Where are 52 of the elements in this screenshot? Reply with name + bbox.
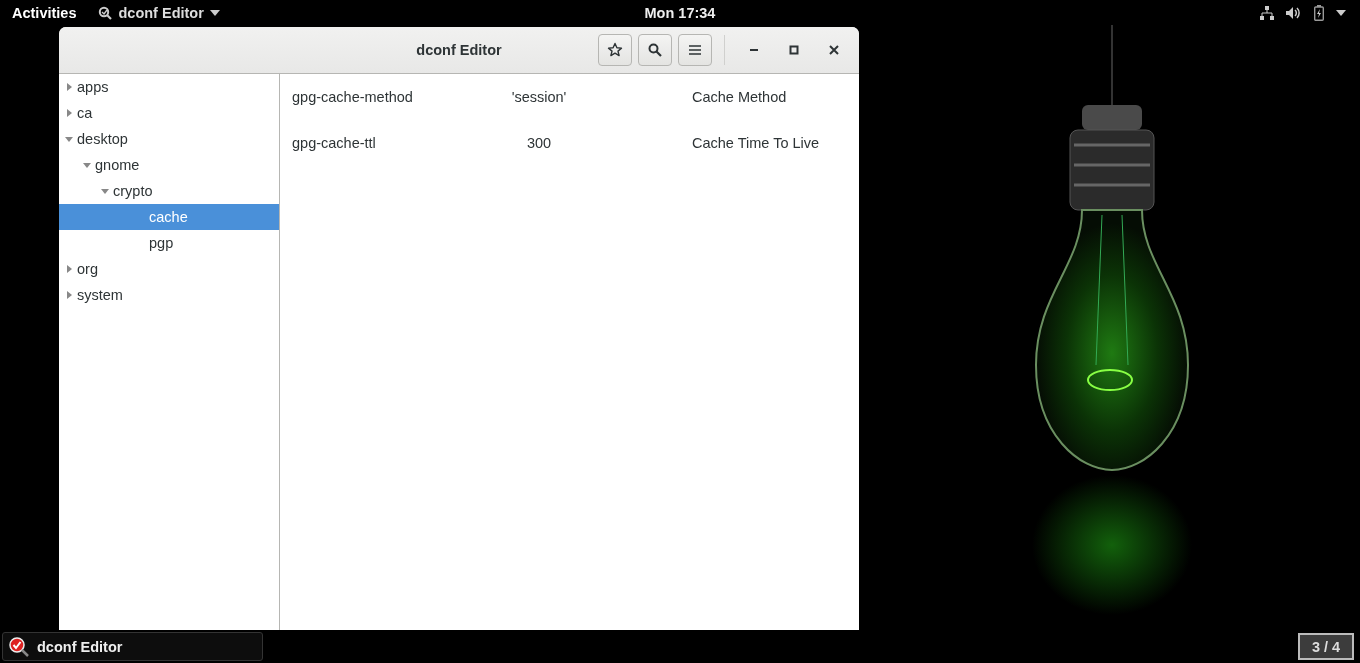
- minimize-icon: [749, 49, 759, 51]
- network-icon[interactable]: [1260, 5, 1274, 20]
- search-button[interactable]: [638, 34, 672, 66]
- tree-label: apps: [77, 79, 109, 95]
- tree-label: pgp: [149, 235, 174, 251]
- key-name[interactable]: gpg-cache-method: [292, 89, 413, 105]
- tree-row[interactable]: crypto: [59, 178, 279, 204]
- tree-row[interactable]: gnome: [59, 152, 279, 178]
- battery-icon[interactable]: [1314, 4, 1324, 21]
- maximize-icon: [789, 45, 799, 55]
- collapsed-arrow-icon[interactable]: [65, 109, 73, 117]
- tree-label: desktop: [77, 131, 128, 147]
- clock[interactable]: Mon 17:34: [644, 4, 716, 21]
- collapsed-arrow-icon[interactable]: [65, 83, 73, 91]
- bookmark-button[interactable]: [598, 34, 632, 66]
- tree-label: gnome: [95, 157, 140, 173]
- tree-label: crypto: [113, 183, 153, 199]
- tree-row[interactable]: ca: [59, 100, 279, 126]
- collapsed-arrow-icon[interactable]: [65, 291, 73, 299]
- tree-label: system: [77, 287, 123, 303]
- caret-icon[interactable]: [209, 9, 220, 16]
- expanded-arrow-icon[interactable]: [101, 187, 109, 195]
- menu-button[interactable]: [678, 34, 712, 66]
- tree-label: org: [77, 261, 98, 277]
- tree-row[interactable]: apps: [59, 74, 279, 100]
- star-icon: [607, 42, 623, 58]
- tree-row[interactable]: desktop: [59, 126, 279, 152]
- expanded-arrow-icon[interactable]: [83, 161, 91, 169]
- magnifier-icon: [98, 5, 113, 20]
- window-title: dconf Editor: [416, 42, 502, 58]
- key-value[interactable]: 300: [526, 135, 552, 151]
- activities-button[interactable]: Activities: [0, 4, 89, 21]
- app-icon: [9, 636, 29, 657]
- close-icon: [829, 45, 839, 55]
- taskbar-window-button[interactable]: dconf Editor: [2, 632, 263, 661]
- key-value[interactable]: 'session': [511, 89, 567, 105]
- tree-label: ca: [77, 105, 93, 121]
- expanded-arrow-icon[interactable]: [65, 135, 73, 143]
- key-summary: Cache Time To Live: [692, 135, 820, 151]
- tree-label: cache: [149, 209, 188, 225]
- app-menu-button[interactable]: dconf Editor: [118, 4, 204, 21]
- key-summary: Cache Method: [692, 89, 787, 105]
- volume-icon[interactable]: [1286, 5, 1302, 20]
- key-name[interactable]: gpg-cache-ttl: [292, 135, 376, 151]
- workspace-indicator[interactable]: 3 / 4: [1298, 633, 1354, 660]
- collapsed-arrow-icon[interactable]: [65, 265, 73, 273]
- caret-icon[interactable]: [1336, 9, 1346, 16]
- search-icon: [648, 43, 662, 57]
- tree-row[interactable]: pgp: [59, 230, 279, 256]
- tree-row[interactable]: system: [59, 282, 279, 308]
- tree-row[interactable]: org: [59, 256, 279, 282]
- menu-icon: [689, 45, 701, 55]
